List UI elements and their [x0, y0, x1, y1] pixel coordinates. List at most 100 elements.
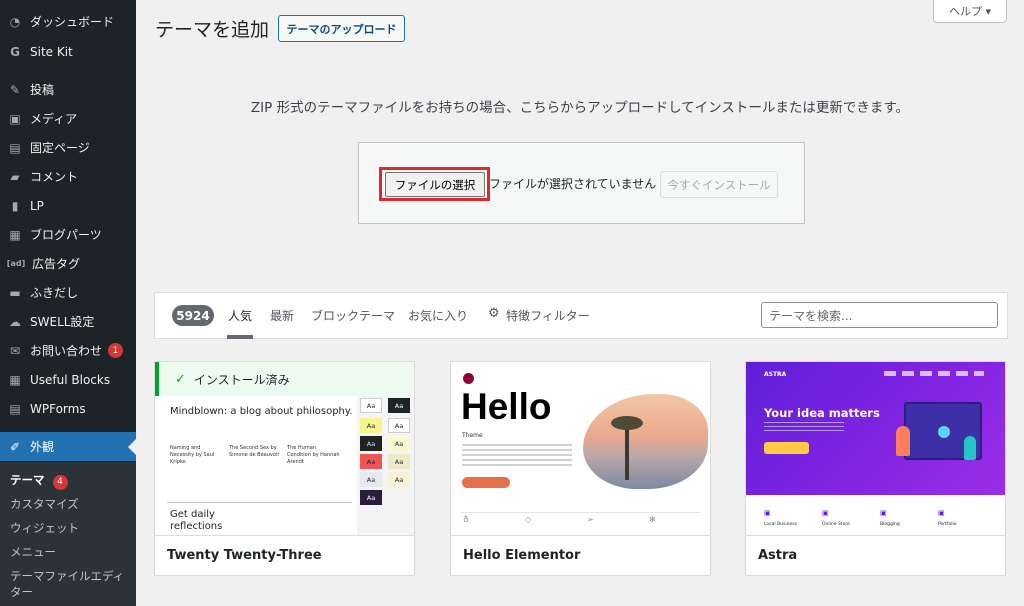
preview-column: Naming and Necessity by Saul Kripke — [170, 445, 215, 465]
menu-dashboard[interactable]: ◔ ダッシュボード — [0, 7, 136, 36]
menu-label: LP — [30, 198, 44, 213]
submenu-theme-file-editor[interactable]: テーマファイルエディ ター — [10, 568, 124, 600]
menu-contact[interactable]: ✉ お問い合わせ 1 — [0, 336, 136, 365]
preview-feature-icon: ♁ — [463, 515, 469, 524]
tab-popular[interactable]: 人気 — [228, 307, 252, 324]
theme-screenshot[interactable]: ASTRA Your idea matters ▣ ▣ ▣ ▣ Local Bu… — [746, 362, 1005, 535]
install-now-button[interactable]: 今すぐインストール — [660, 171, 778, 198]
menu-comments[interactable]: ▰ コメント — [0, 162, 136, 191]
submenu-themes[interactable]: テーマ 4 — [10, 472, 68, 490]
menu-label: 広告タグ — [32, 257, 81, 271]
themes-update-badge: 4 — [52, 474, 68, 490]
menu-wpforms[interactable]: ▤ WPForms — [0, 394, 136, 423]
menu-fukidashi[interactable]: ▬ ふきだし — [0, 278, 136, 307]
style-swatch: Aa — [360, 436, 382, 451]
installed-label: インストール済み — [193, 372, 290, 387]
tab-latest[interactable]: 最新 — [270, 307, 294, 324]
theme-card-astra[interactable]: ASTRA Your idea matters ▣ ▣ ▣ ▣ Local Bu… — [745, 361, 1006, 576]
theme-screenshot[interactable]: Hello Theme ♁ ◇ ➢ ✻ — [451, 362, 710, 535]
submenu-label-continued: ター — [10, 585, 33, 599]
menu-label: 外観 — [30, 440, 55, 454]
appearance-submenu: テーマ 4 カスタマイズ ウィジェット メニュー テーマファイルエディ ター — [0, 462, 136, 606]
swell-icon: ☁ — [9, 314, 21, 329]
divider — [167, 502, 352, 503]
submenu-menus[interactable]: メニュー — [10, 544, 56, 560]
style-swatch: Aa — [360, 490, 382, 505]
pin-icon: ✎ — [9, 82, 21, 97]
upload-theme-button[interactable]: テーマのアップロード — [278, 15, 405, 42]
menu-ad-tags[interactable]: [ad] 広告タグ — [0, 249, 136, 278]
menu-label: Useful Blocks — [30, 372, 111, 387]
preview-headline: Mindblown: a blog about philosophy. — [170, 406, 353, 417]
submenu-customize[interactable]: カスタマイズ — [10, 496, 79, 512]
menu-label: SWELL設定 — [30, 315, 95, 329]
style-swatch: Aa — [388, 398, 410, 413]
preview-hello-heading: Hello — [461, 386, 552, 427]
theme-card-hello-elementor[interactable]: Hello Theme ♁ ◇ ➢ ✻ Hello Elementor — [450, 361, 711, 576]
menu-lp[interactable]: ▮ LP — [0, 191, 136, 220]
menu-label: メディア — [30, 112, 78, 126]
theme-count-badge: 5924 — [172, 305, 214, 326]
style-swatch: Aa — [360, 454, 382, 469]
dashboard-icon: ◔ — [9, 14, 21, 29]
theme-card-twenty-twenty-three[interactable]: Mindblown: a blog about philosophy. Nami… — [154, 361, 415, 576]
preview-big-text: Get daily reflections — [170, 509, 222, 533]
menu-sitekit[interactable]: G Site Kit — [0, 37, 136, 66]
preview-column: The Second Sex by Simone de Beauvoir — [229, 445, 280, 458]
upload-description: ZIP 形式のテーマファイルをお持ちの場合、こちらからアップロードしてインストー… — [250, 100, 910, 116]
preview-text-lines — [764, 422, 844, 434]
theme-name: Hello Elementor — [451, 535, 710, 575]
preview-person — [964, 436, 976, 460]
menu-label: お問い合わせ — [30, 344, 103, 358]
installed-notice: ✓ インストール済み — [155, 362, 414, 396]
comment-icon: ▰ — [10, 169, 20, 184]
mail-icon: ✉ — [9, 343, 21, 358]
preview-feature-icon: ▣ — [880, 509, 887, 517]
preview-feature-label: Blogging — [880, 522, 900, 527]
style-swatch: Aa — [360, 472, 382, 487]
preview-feature-label: Local Business — [764, 522, 797, 527]
tab-block-themes[interactable]: ブロックテーマ — [311, 307, 395, 324]
menu-posts[interactable]: ✎ 投稿 — [0, 75, 136, 104]
pages-icon: ▤ — [9, 140, 21, 155]
menu-pages[interactable]: ▤ 固定ページ — [0, 133, 136, 162]
preview-big-line: Get daily — [170, 509, 215, 520]
preview-text-lines — [462, 444, 572, 466]
speech-bubble-icon: ▬ — [9, 285, 21, 300]
menu-label: WPForms — [30, 401, 86, 416]
menu-media[interactable]: ▣ メディア — [0, 104, 136, 133]
menu-swell-settings[interactable]: ☁ SWELL設定 — [0, 307, 136, 336]
submenu-label: テーマ — [10, 473, 45, 487]
grid-icon: ▦ — [9, 372, 21, 387]
theme-search-input[interactable]: テーマを検索... — [761, 302, 998, 328]
ad-icon: [ad] — [6, 259, 26, 268]
preview-column: The Human Condition by Hannah Arendt — [287, 445, 340, 465]
style-swatch: Aa — [388, 454, 410, 469]
document-icon: ▮ — [11, 198, 19, 213]
menu-useful-blocks[interactable]: ▦ Useful Blocks — [0, 365, 136, 394]
menu-label: ブログパーツ — [30, 228, 102, 242]
preview-astra-logo: ASTRA — [764, 371, 787, 378]
menu-blog-parts[interactable]: ▦ ブログパーツ — [0, 220, 136, 249]
preview-feature-icon: ▣ — [938, 509, 945, 517]
tab-favorites[interactable]: お気に入り — [408, 307, 468, 324]
preview-cta-button — [462, 477, 510, 488]
help-tab-button[interactable]: ヘルプ ▾ — [933, 0, 1007, 23]
menu-label: ダッシュボード — [30, 15, 115, 29]
submenu-widgets[interactable]: ウィジェット — [10, 520, 79, 536]
checkmark-icon: ✓ — [175, 371, 186, 387]
paintbrush-icon: ✐ — [9, 439, 21, 454]
theme-screenshot[interactable]: Mindblown: a blog about philosophy. Nami… — [155, 362, 414, 535]
highlight-box — [379, 167, 490, 201]
gear-icon[interactable]: ⚙ — [488, 307, 502, 321]
active-tab-indicator — [227, 335, 253, 339]
feature-filter-button[interactable]: 特徴フィルター — [506, 307, 590, 324]
preview-cta-button — [764, 442, 809, 454]
play-icon — [938, 426, 950, 438]
preview-nav — [884, 371, 984, 376]
menu-appearance[interactable]: ✐ 外観 — [0, 432, 136, 461]
notification-badge: 1 — [108, 343, 124, 358]
style-swatch: Aa — [388, 418, 410, 433]
tree-crown — [611, 416, 643, 430]
menu-label: 固定ページ — [30, 141, 90, 155]
